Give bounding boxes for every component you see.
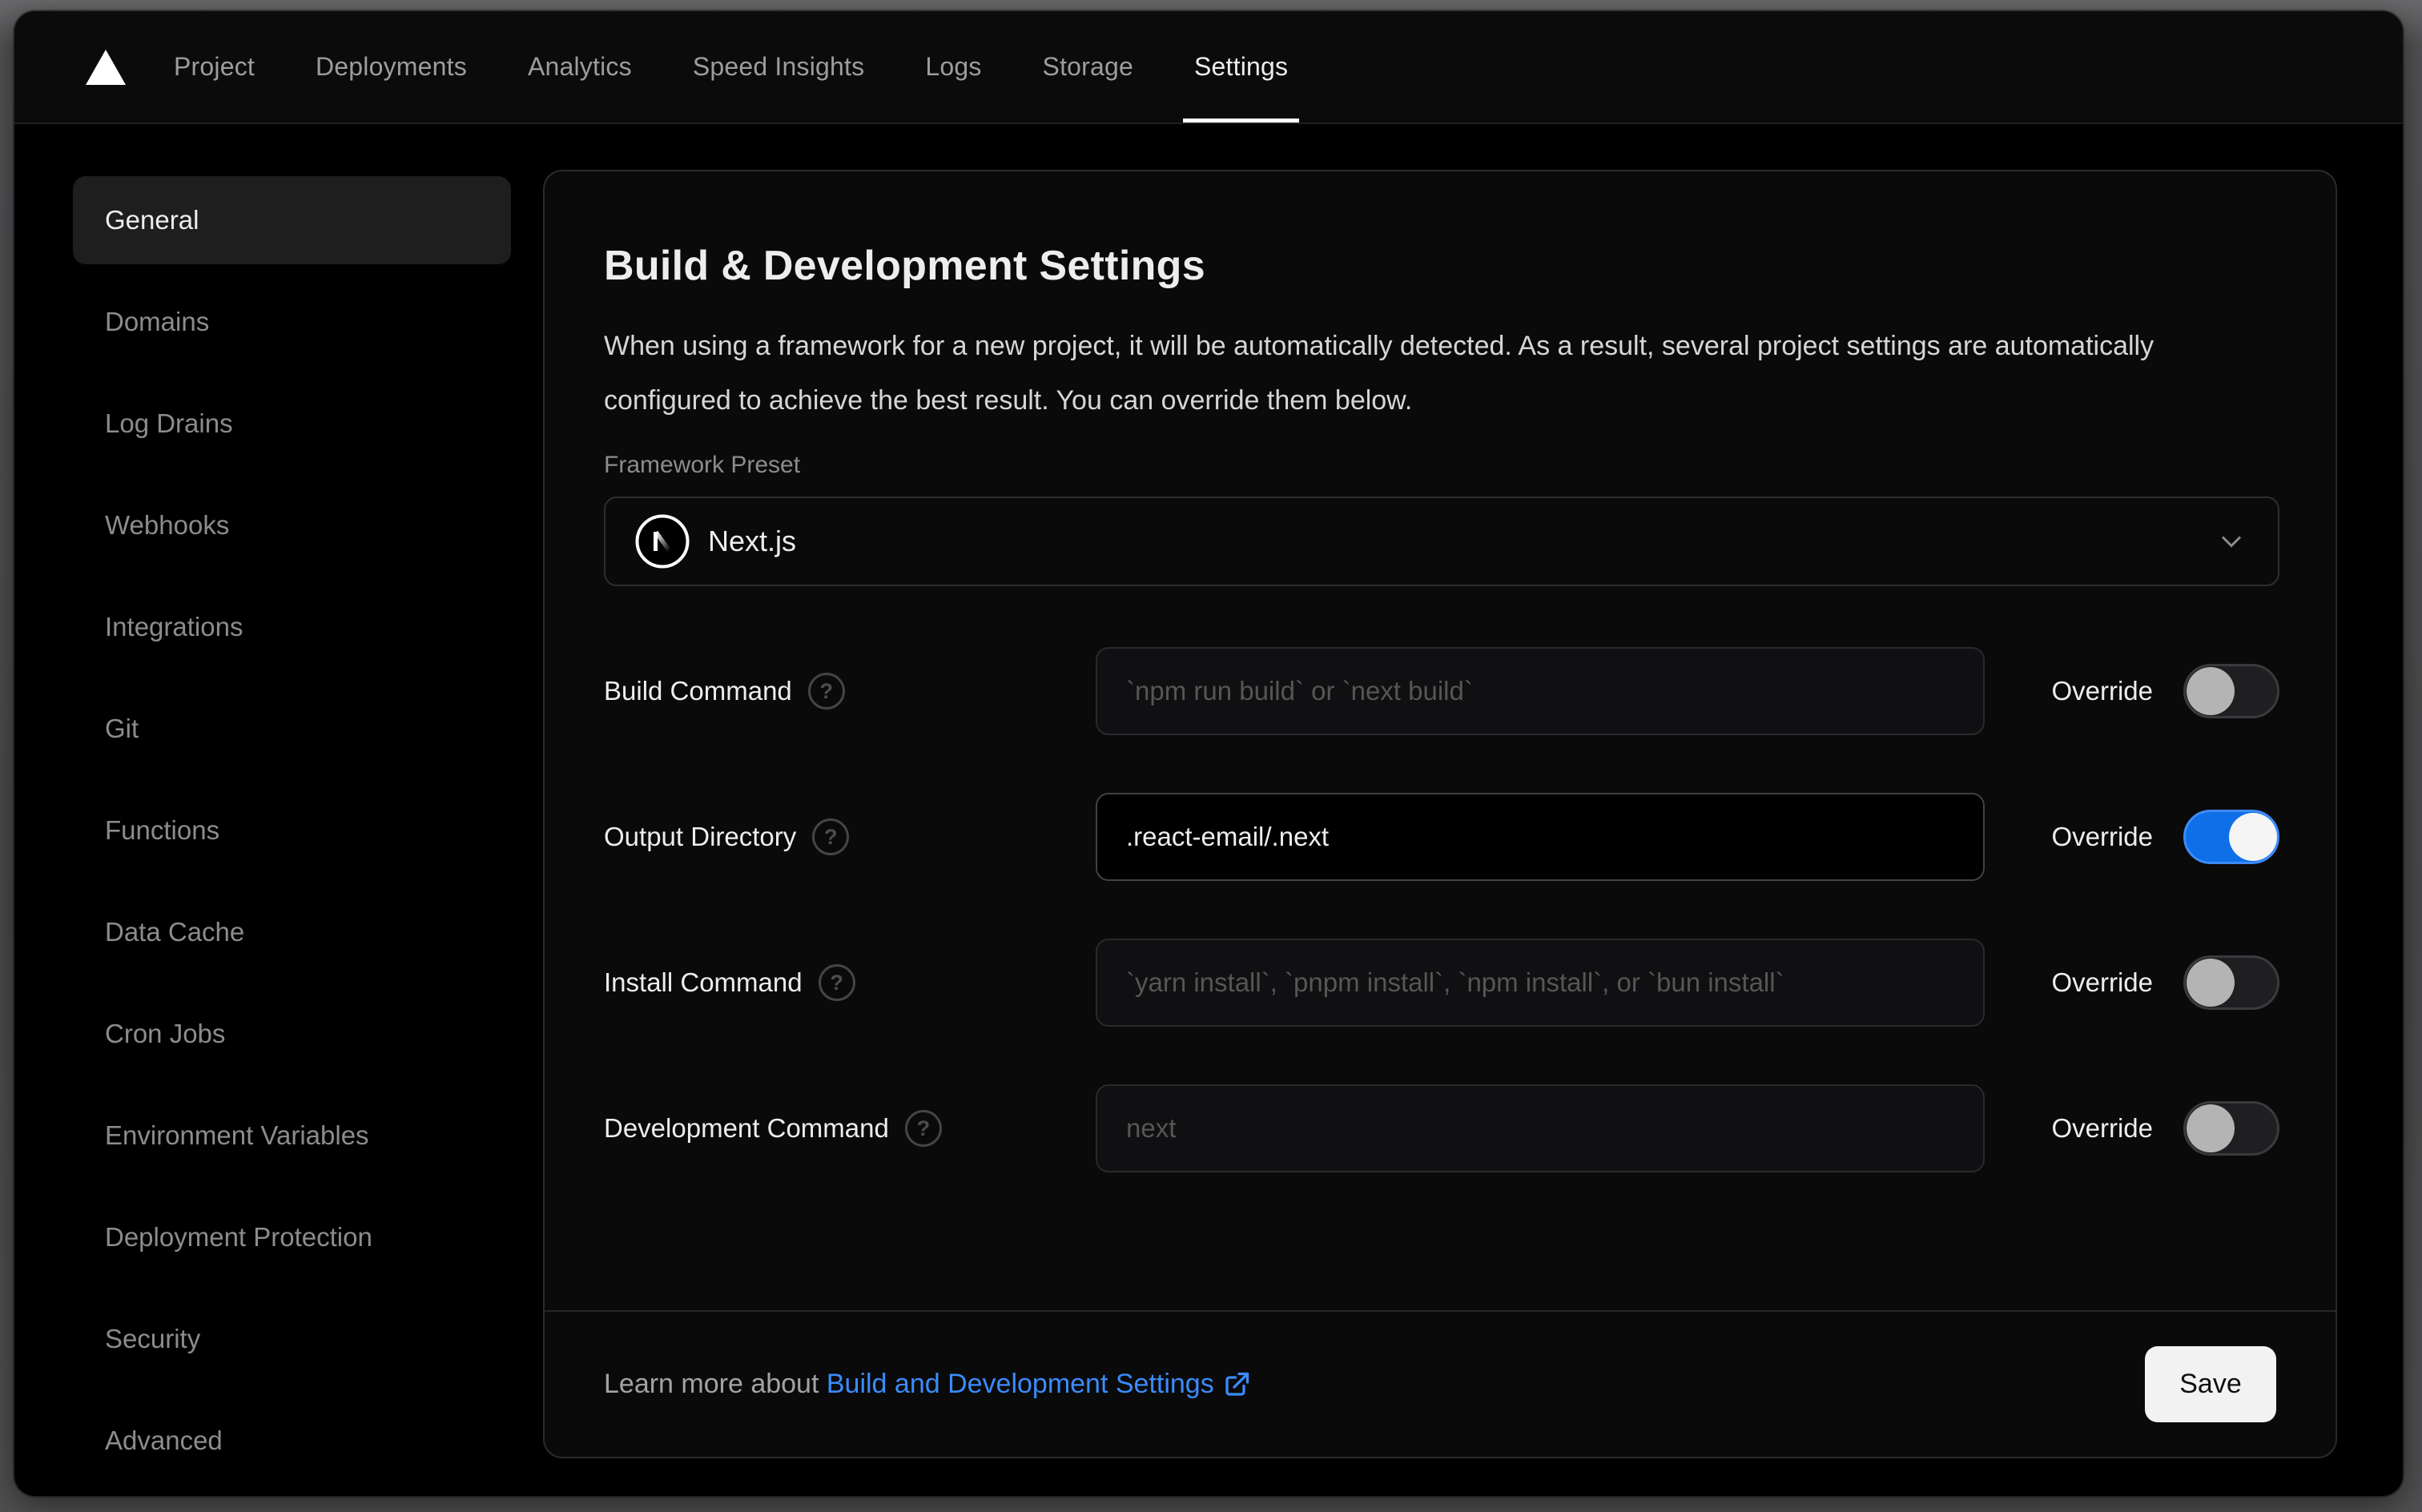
section-description: When using a framework for a new project… — [604, 331, 2154, 416]
toggle-knob — [2187, 959, 2235, 1007]
settings-sidebar: General Domains Log Drains Webhooks Inte… — [14, 126, 543, 1496]
card-footer: Learn more about Build and Development S… — [545, 1310, 2336, 1457]
framework-preset-value: Next.js — [708, 525, 797, 557]
tab-settings[interactable]: Settings — [1183, 11, 1300, 123]
external-link-icon — [1225, 1372, 1249, 1396]
output-directory-override-toggle[interactable] — [2183, 810, 2279, 864]
framework-preset-select[interactable]: Next.js — [604, 497, 2279, 586]
sidebar-item-integrations[interactable]: Integrations — [73, 583, 511, 671]
sidebar-item-environment-variables[interactable]: Environment Variables — [73, 1092, 511, 1180]
nextjs-logo-icon — [635, 514, 690, 569]
app-window: Project Deployments Analytics Speed Insi… — [14, 11, 2403, 1496]
sidebar-item-deployment-protection[interactable]: Deployment Protection — [73, 1193, 511, 1281]
sidebar-item-domains[interactable]: Domains — [73, 278, 511, 366]
toggle-knob — [2187, 667, 2235, 715]
link-label: Build and Development Settings — [826, 1369, 1214, 1399]
active-tab-underline — [1183, 119, 1300, 123]
build-command-override-toggle[interactable] — [2183, 664, 2279, 718]
vercel-logo-icon[interactable] — [86, 49, 126, 85]
sidebar-item-webhooks[interactable]: Webhooks — [73, 481, 511, 569]
sidebar-item-data-cache[interactable]: Data Cache — [73, 888, 511, 976]
tab-storage[interactable]: Storage — [1043, 11, 1133, 123]
development-command-input[interactable] — [1096, 1084, 1985, 1172]
tab-deployments[interactable]: Deployments — [316, 11, 467, 123]
help-icon[interactable]: ? — [807, 673, 845, 710]
sidebar-item-functions[interactable]: Functions — [73, 786, 511, 875]
top-navigation: Project Deployments Analytics Speed Insi… — [14, 11, 2403, 124]
development-command-override-toggle[interactable] — [2183, 1101, 2279, 1156]
override-label: Override — [2051, 822, 2153, 851]
sidebar-item-security[interactable]: Security — [73, 1295, 511, 1383]
build-settings-card: Build & Development Settings When using … — [543, 170, 2337, 1458]
nav-tabs: Project Deployments Analytics Speed Insi… — [174, 11, 1300, 123]
install-command-row: Install Command ? Override — [604, 939, 2279, 1027]
page-title: Build & Development Settings — [604, 243, 1205, 289]
build-command-input[interactable] — [1096, 647, 1985, 735]
sidebar-item-git[interactable]: Git — [73, 685, 511, 773]
learn-more-text: Learn more about Build and Development S… — [604, 1369, 1251, 1400]
install-command-input[interactable] — [1096, 939, 1985, 1027]
development-command-label: Development Command — [604, 1113, 889, 1143]
sidebar-item-log-drains[interactable]: Log Drains — [73, 380, 511, 468]
tab-project[interactable]: Project — [174, 11, 255, 123]
help-icon[interactable]: ? — [904, 1110, 942, 1147]
build-command-row: Build Command ? Override — [604, 647, 2279, 735]
override-label: Override — [2051, 967, 2153, 997]
output-directory-input[interactable] — [1096, 793, 1985, 881]
toggle-knob — [2187, 1104, 2235, 1152]
help-icon[interactable]: ? — [818, 964, 855, 1001]
toggle-knob — [2229, 813, 2277, 861]
tab-settings-label: Settings — [1194, 52, 1289, 81]
tab-speed-insights[interactable]: Speed Insights — [693, 11, 865, 123]
chevron-down-icon — [2221, 536, 2242, 548]
override-label: Override — [2051, 676, 2153, 706]
help-icon[interactable]: ? — [812, 818, 850, 855]
install-command-override-toggle[interactable] — [2183, 955, 2279, 1010]
save-button[interactable]: Save — [2145, 1346, 2276, 1422]
development-command-row: Development Command ? Override — [604, 1084, 2279, 1172]
build-settings-docs-link[interactable]: Build and Development Settings — [827, 1369, 1251, 1400]
tab-logs[interactable]: Logs — [925, 11, 981, 123]
sidebar-item-cron-jobs[interactable]: Cron Jobs — [73, 990, 511, 1078]
learn-more-prefix: Learn more about — [604, 1369, 819, 1399]
output-directory-label: Output Directory — [604, 822, 797, 851]
tab-analytics[interactable]: Analytics — [528, 11, 632, 123]
build-command-label: Build Command — [604, 676, 792, 706]
sidebar-item-general[interactable]: General — [73, 176, 511, 264]
framework-preset-label: Framework Preset — [604, 452, 801, 478]
output-directory-row: Output Directory ? Override — [604, 793, 2279, 881]
sidebar-item-advanced[interactable]: Advanced — [73, 1397, 511, 1485]
install-command-label: Install Command — [604, 967, 803, 997]
override-label: Override — [2051, 1113, 2153, 1143]
